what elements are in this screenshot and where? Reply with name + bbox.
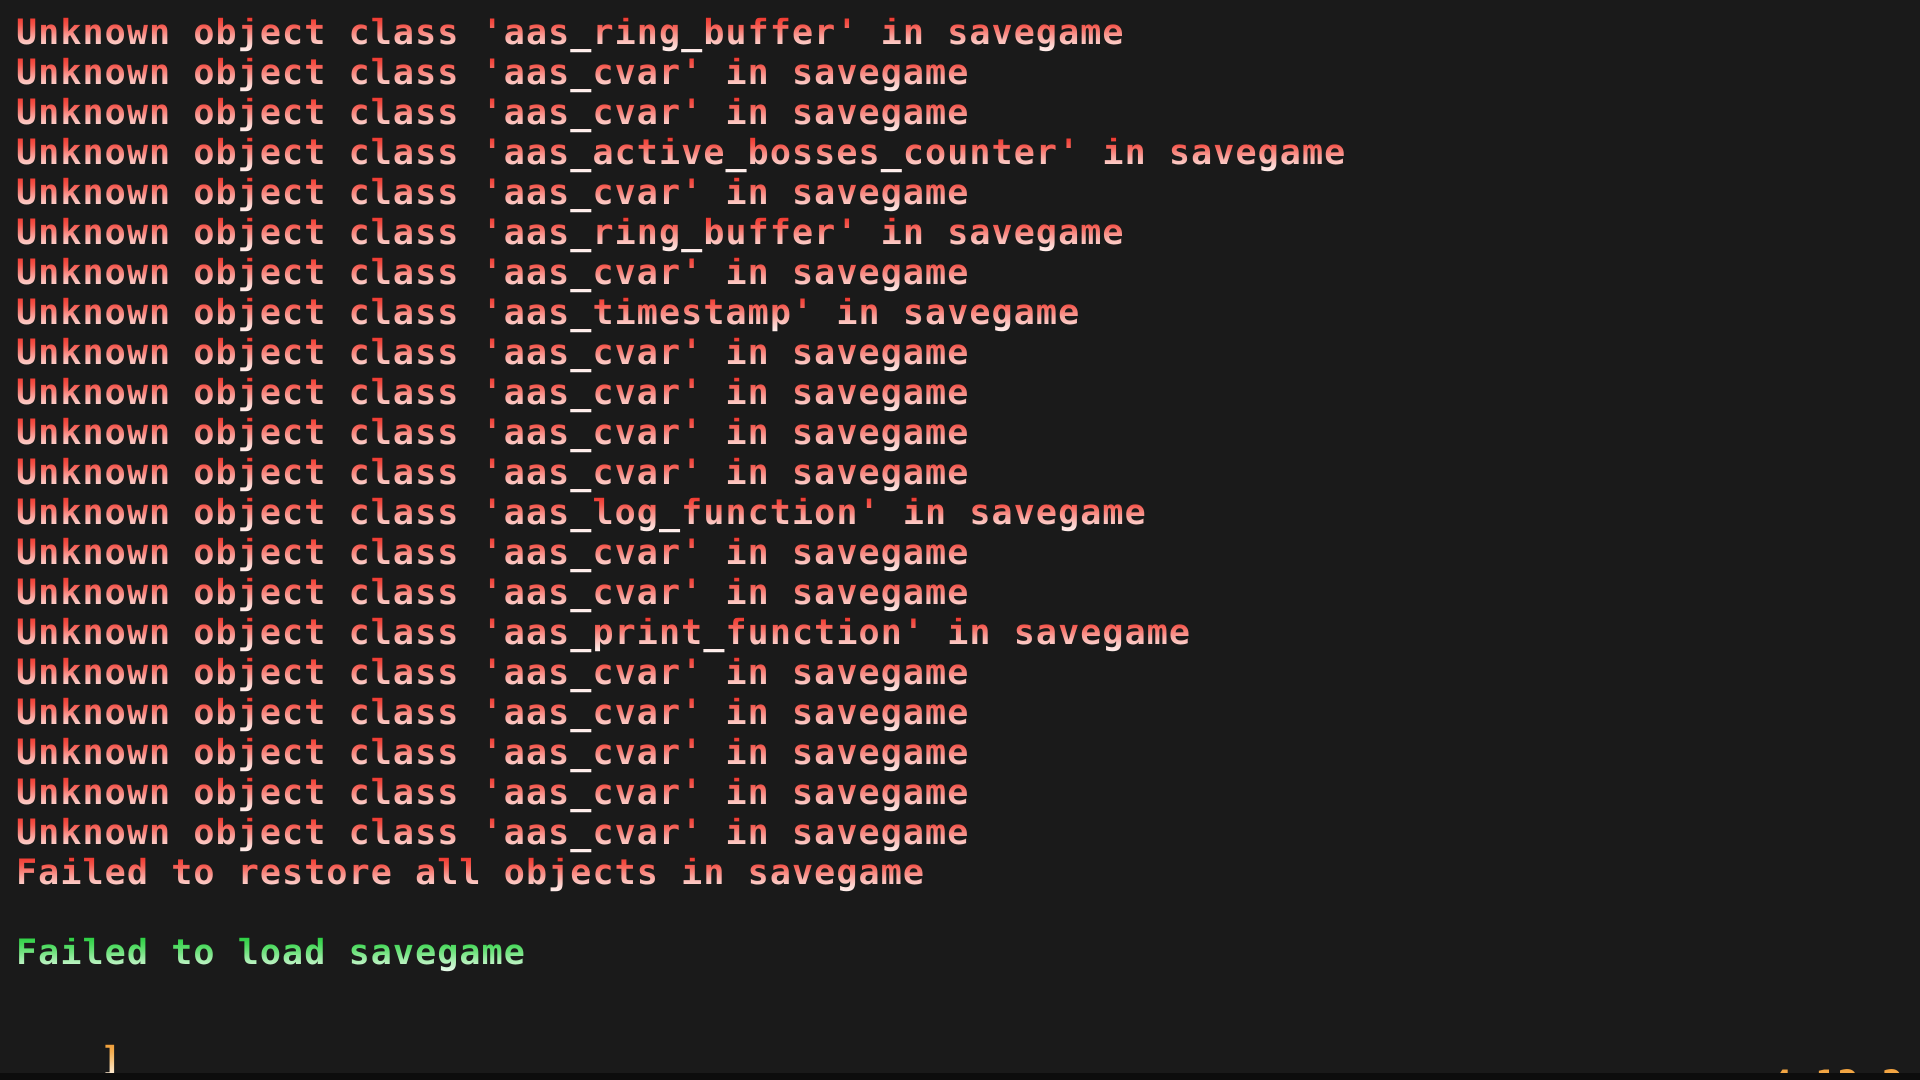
console-log-line: Unknown object class 'aas_cvar' in saveg…: [16, 653, 1920, 693]
console-log-line: Unknown object class 'aas_cvar' in saveg…: [16, 573, 1920, 613]
console-log-line: Unknown object class 'aas_cvar' in saveg…: [16, 373, 1920, 413]
console-log-line: Unknown object class 'aas_cvar' in saveg…: [16, 453, 1920, 493]
console-log-line: Unknown object class 'aas_cvar' in saveg…: [16, 173, 1920, 213]
console-log-line: Unknown object class 'aas_timestamp' in …: [16, 293, 1920, 333]
console-log-output: Unknown object class 'aas_ring_buffer' i…: [0, 0, 1920, 973]
console-log-line: Unknown object class 'aas_cvar' in saveg…: [16, 93, 1920, 133]
console-log-blank-line: [16, 893, 1920, 933]
console-log-line: Unknown object class 'aas_cvar' in saveg…: [16, 333, 1920, 373]
console-log-line: Unknown object class 'aas_cvar' in saveg…: [16, 413, 1920, 453]
console-log-line: Unknown object class 'aas_cvar' in saveg…: [16, 533, 1920, 573]
engine-version-label: g4.12.2: [1660, 1024, 1904, 1080]
console-log-line: Unknown object class 'aas_cvar' in saveg…: [16, 733, 1920, 773]
console-log-line: Unknown object class 'aas_ring_buffer' i…: [16, 13, 1920, 53]
console-log-line: Failed to load savegame: [16, 933, 1920, 973]
console-log-line: Unknown object class 'aas_cvar' in saveg…: [16, 253, 1920, 293]
console-log-line: Unknown object class 'aas_ring_buffer' i…: [16, 213, 1920, 253]
console-log-line: Unknown object class 'aas_log_function' …: [16, 493, 1920, 533]
console-log-line: Failed to restore all objects in savegam…: [16, 853, 1920, 893]
console-log-line: Unknown object class 'aas_cvar' in saveg…: [16, 53, 1920, 93]
console-prompt[interactable]: ]: [16, 1000, 121, 1080]
console-log-line: Unknown object class 'aas_active_bosses_…: [16, 133, 1920, 173]
console-log-line: Unknown object class 'aas_print_function…: [16, 613, 1920, 653]
screen-bottom-edge: [0, 1073, 1920, 1080]
console-log-line: Unknown object class 'aas_cvar' in saveg…: [16, 773, 1920, 813]
game-console-screen: Unknown object class 'aas_ring_buffer' i…: [0, 0, 1920, 1080]
console-log-line: Unknown object class 'aas_cvar' in saveg…: [16, 813, 1920, 853]
console-log-line: Unknown object class 'aas_cvar' in saveg…: [16, 693, 1920, 733]
